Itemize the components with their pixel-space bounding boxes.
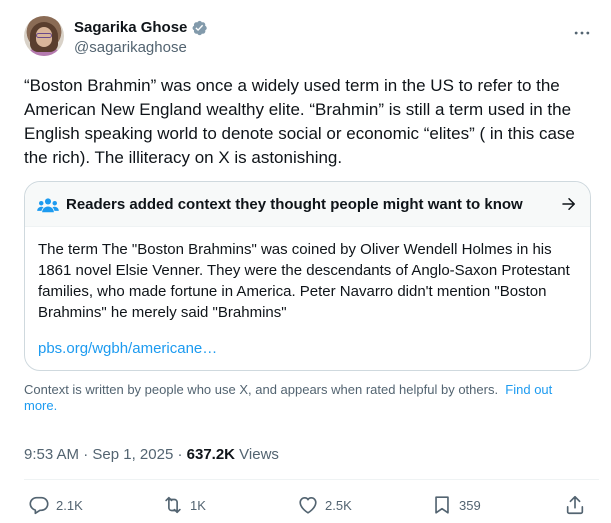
community-note-link[interactable]: pbs.org/wgbh/americane… (38, 340, 217, 357)
views-label: Views (235, 446, 279, 463)
reply-count: 2.1K (56, 497, 83, 513)
repost-icon (165, 496, 181, 514)
repost-button[interactable]: 1K (162, 494, 206, 516)
like-count: 2.5K (325, 497, 352, 513)
like-button[interactable]: 2.5K (297, 494, 352, 516)
tweet-header: Sagarika Ghose @sagarikaghose (24, 16, 599, 60)
community-note-title: Readers added context they thought peopl… (66, 196, 523, 213)
bookmark-icon (435, 496, 449, 514)
tweet-text: “Boston Brahmin” was once a widely used … (24, 76, 575, 167)
more-icon[interactable] (565, 16, 599, 50)
community-note[interactable]: Readers added context they thought peopl… (24, 181, 591, 371)
tweet-time[interactable]: 9:53 AM (24, 446, 79, 463)
community-note-header[interactable]: Readers added context they thought peopl… (25, 182, 590, 227)
meta-separator: · (79, 446, 93, 463)
people-icon (37, 198, 59, 213)
author-block: Sagarika Ghose @sagarikaghose (74, 18, 208, 58)
arrow-right-icon[interactable] (560, 195, 578, 213)
share-button[interactable] (564, 494, 586, 516)
reply-button[interactable]: 2.1K (28, 494, 83, 516)
meta-separator-2: · (173, 446, 187, 463)
views-count: 637.2K (186, 446, 236, 463)
like-icon (299, 497, 317, 514)
author-handle[interactable]: @sagarikaghose (74, 38, 208, 58)
verified-badge-icon (192, 20, 208, 36)
tweet-meta: 9:53 AM · Sep 1, 2025 · 637.2K Views (24, 445, 279, 465)
community-note-body: The term The "Boston Brahmins" was coine… (38, 241, 570, 321)
bookmark-button[interactable]: 359 (431, 494, 481, 516)
context-disclaimer: Context is written by people who use X, … (24, 382, 584, 414)
tweet-date[interactable]: Sep 1, 2025 (92, 446, 173, 463)
author-name-row[interactable]: Sagarika Ghose (74, 18, 208, 38)
avatar[interactable] (24, 16, 64, 56)
repost-count: 1K (190, 497, 206, 513)
author-display-name[interactable]: Sagarika Ghose (74, 18, 187, 38)
share-icon (566, 495, 584, 515)
reply-icon (29, 496, 49, 515)
divider (24, 479, 599, 480)
context-disclaimer-text: Context is written by people who use X, … (24, 382, 499, 397)
action-bar: 2.1K 1K 2.5K 359 (24, 494, 599, 520)
bookmark-count: 359 (459, 497, 481, 513)
